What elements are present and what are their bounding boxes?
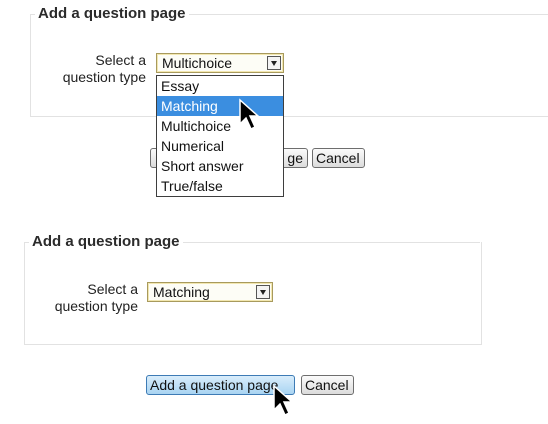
- select-label-line1: Select a: [87, 281, 138, 297]
- question-type-select[interactable]: Matching: [147, 282, 273, 302]
- select-label: Select a question type: [30, 281, 138, 315]
- select-value: Multichoice: [162, 55, 233, 71]
- option-numerical[interactable]: Numerical: [157, 136, 283, 156]
- cancel-button[interactable]: Cancel: [312, 148, 365, 168]
- top-panel: Add a question page Select a question ty…: [0, 0, 548, 212]
- option-multichoice[interactable]: Multichoice: [157, 116, 283, 136]
- option-short-answer[interactable]: Short answer: [157, 156, 283, 176]
- select-label-line1: Select a: [95, 52, 146, 68]
- cancel-button[interactable]: Cancel: [301, 375, 354, 395]
- chevron-down-icon[interactable]: [267, 56, 281, 70]
- option-essay[interactable]: Essay: [157, 76, 283, 96]
- select-label-line2: question type: [54, 298, 138, 314]
- mouse-pointer-icon: [273, 384, 294, 417]
- option-matching[interactable]: Matching: [157, 96, 283, 116]
- select-value: Matching: [153, 284, 210, 300]
- fieldset-legend: Add a question page: [29, 233, 183, 250]
- mouse-pointer-icon: [239, 98, 260, 131]
- select-label-line2: question type: [62, 69, 146, 85]
- question-type-dropdown[interactable]: Essay Matching Multichoice Numerical Sho…: [156, 75, 284, 197]
- option-true-false[interactable]: True/false: [157, 176, 283, 196]
- add-question-page-button-label: ge: [287, 150, 303, 166]
- question-type-select[interactable]: Multichoice: [156, 53, 284, 73]
- chevron-down-icon[interactable]: [256, 285, 270, 299]
- fieldset-legend: Add a question page: [35, 5, 189, 22]
- bottom-panel: Add a question page Select a question ty…: [0, 228, 548, 424]
- select-label: Select a question type: [40, 52, 146, 86]
